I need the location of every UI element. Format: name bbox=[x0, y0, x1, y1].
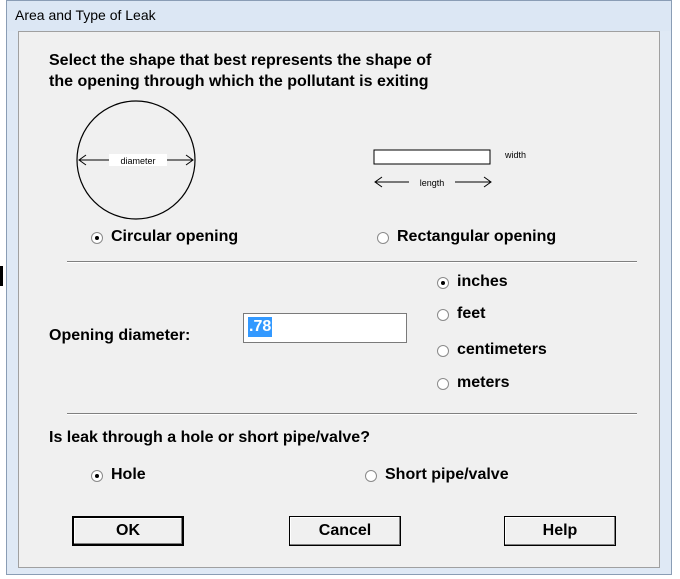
ok-button[interactable]: OK bbox=[72, 516, 184, 546]
unit-feet-radio[interactable] bbox=[437, 309, 449, 321]
dialog-body: Select the shape that best represents th… bbox=[18, 31, 660, 568]
unit-feet-label[interactable]: feet bbox=[457, 305, 485, 323]
unit-centimeters-label[interactable]: centimeters bbox=[457, 341, 547, 359]
short-pipe-valve-radio[interactable] bbox=[365, 470, 377, 482]
separator-2 bbox=[67, 413, 637, 415]
diameter-label: diameter bbox=[120, 156, 155, 166]
instruction-text: Select the shape that best represents th… bbox=[49, 50, 431, 92]
opening-diameter-value[interactable]: .78 bbox=[248, 317, 273, 337]
short-pipe-valve-label[interactable]: Short pipe/valve bbox=[385, 466, 509, 484]
unit-inches-radio[interactable] bbox=[437, 277, 449, 289]
circular-opening-radio[interactable] bbox=[91, 232, 103, 244]
opening-diameter-input[interactable]: .78 bbox=[243, 313, 407, 343]
instruction-line-2: the opening through which the pollutant … bbox=[49, 73, 429, 90]
rectangular-opening-label[interactable]: Rectangular opening bbox=[397, 228, 556, 246]
title-bar[interactable]: Area and Type of Leak bbox=[7, 1, 671, 31]
rectangular-opening-radio[interactable] bbox=[377, 232, 389, 244]
unit-centimeters-radio[interactable] bbox=[437, 345, 449, 357]
cancel-button[interactable]: Cancel bbox=[289, 516, 401, 546]
window-title: Area and Type of Leak bbox=[15, 7, 156, 23]
separator-1 bbox=[67, 261, 637, 263]
dialog-window: Area and Type of Leak Select the shape t… bbox=[6, 0, 672, 575]
circle-shape-diagram: diameter bbox=[76, 100, 196, 220]
hole-label[interactable]: Hole bbox=[111, 466, 146, 484]
instruction-line-1: Select the shape that best represents th… bbox=[49, 52, 432, 69]
hole-radio[interactable] bbox=[91, 470, 103, 482]
window-edge-marker bbox=[0, 266, 3, 286]
unit-meters-radio[interactable] bbox=[437, 378, 449, 390]
length-label: length bbox=[420, 178, 445, 188]
unit-meters-label[interactable]: meters bbox=[457, 374, 509, 392]
leak-question: Is leak through a hole or short pipe/val… bbox=[49, 429, 370, 446]
help-button[interactable]: Help bbox=[504, 516, 616, 546]
rectangle-shape-diagram: width length bbox=[373, 149, 526, 188]
opening-diameter-label: Opening diameter: bbox=[49, 327, 191, 344]
width-label: width bbox=[504, 150, 526, 160]
circular-opening-label[interactable]: Circular opening bbox=[111, 228, 238, 246]
unit-inches-label[interactable]: inches bbox=[457, 273, 508, 291]
